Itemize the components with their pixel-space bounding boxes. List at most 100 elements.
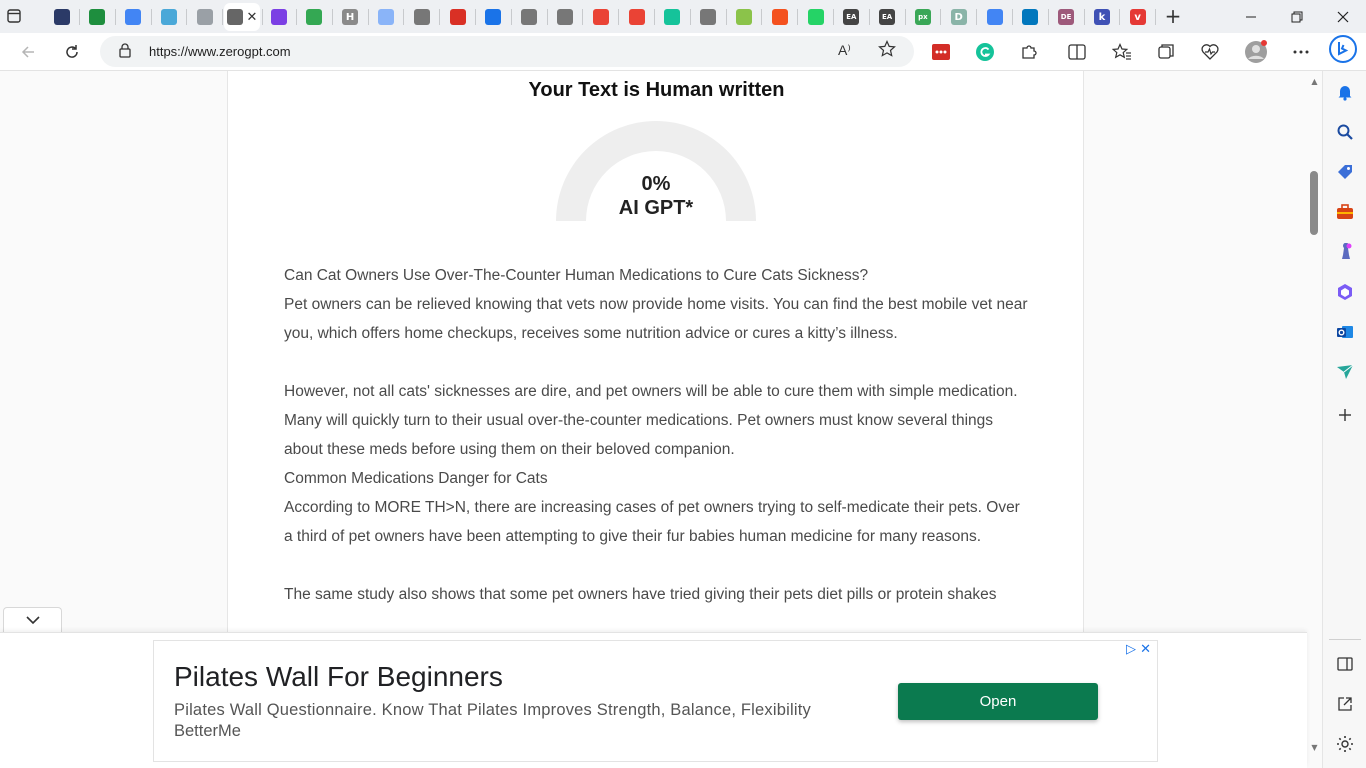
tab-v-favicon-icon: v: [1129, 9, 1146, 25]
tab-doc-blue-favicon-icon: [485, 9, 502, 25]
tab-sheets2[interactable]: [298, 3, 331, 31]
text-paragraph: The same study also shows that some pet …: [284, 586, 997, 603]
scroll-down-arrow-icon[interactable]: ▼: [1309, 743, 1320, 753]
tab-gmail[interactable]: [584, 3, 617, 31]
tab-px-favicon-icon: px: [914, 9, 931, 25]
minimize-icon: [1246, 16, 1256, 17]
tab-ban[interactable]: [405, 3, 438, 31]
restore-button[interactable]: [1274, 0, 1320, 33]
tab-page[interactable]: [188, 3, 221, 31]
back-button[interactable]: [14, 39, 42, 65]
tab-docs-favicon-icon: [125, 9, 142, 25]
tab-blue-bar[interactable]: [1014, 3, 1047, 31]
tab-docs[interactable]: [117, 3, 150, 31]
favorite-star-icon[interactable]: [878, 40, 896, 63]
scroll-thumb[interactable]: [1310, 171, 1318, 235]
search-icon[interactable]: [1334, 121, 1356, 143]
ad-choices-icon[interactable]: ▷ ✕: [1126, 642, 1151, 657]
collections-icon[interactable]: [1152, 39, 1180, 65]
ad-open-button[interactable]: Open: [898, 683, 1098, 720]
tab-page-favicon-icon: [196, 9, 213, 25]
profile-avatar[interactable]: [1242, 39, 1270, 65]
tab-separator: [1012, 9, 1013, 25]
tab-doc-red[interactable]: [441, 3, 474, 31]
games-chess-icon[interactable]: [1334, 241, 1356, 263]
lastpass-extension-icon[interactable]: [927, 39, 955, 65]
tab-active-favicon-icon: [226, 9, 243, 25]
close-icon: [1337, 11, 1349, 22]
tab-gmail2-favicon-icon: [628, 9, 645, 25]
tab-lock2-favicon-icon: [700, 9, 717, 25]
microsoft365-icon[interactable]: [1334, 281, 1356, 303]
ad-unit[interactable]: ▷ ✕ Pilates Wall For Beginners Pilates W…: [153, 640, 1158, 762]
scroll-up-arrow-icon[interactable]: ▲: [1309, 77, 1320, 87]
refresh-button[interactable]: [58, 39, 86, 65]
tab-v[interactable]: v: [1121, 3, 1154, 31]
ad-headline[interactable]: Pilates Wall For Beginners: [174, 661, 503, 693]
tab-k[interactable]: k: [1085, 3, 1118, 31]
page-scrollbar[interactable]: ▲ ▼: [1307, 71, 1322, 768]
drop-send-icon[interactable]: [1334, 361, 1356, 383]
edge-sidebar: [1322, 71, 1366, 768]
sidebar-settings-gear-icon[interactable]: [1334, 733, 1356, 755]
tab-actions-menu[interactable]: [3, 5, 25, 27]
ad-collapse-button[interactable]: [3, 607, 62, 633]
tab-separator: [1155, 9, 1157, 25]
url-text[interactable]: https://www.zerogpt.com: [149, 44, 291, 59]
tab-doc-blue[interactable]: [477, 3, 510, 31]
tab-px[interactable]: px: [906, 3, 939, 31]
ai-percentage-label: AI GPT*: [618, 197, 694, 219]
tab-ea[interactable]: EA: [835, 3, 868, 31]
tab-shield[interactable]: [45, 3, 78, 31]
tab-actions-icon: [7, 9, 21, 23]
tab-gmail2[interactable]: [620, 3, 653, 31]
tab-dec[interactable]: DE: [1050, 3, 1083, 31]
tab-blue-bar-favicon-icon: [1022, 9, 1039, 25]
lock-icon[interactable]: [118, 42, 132, 63]
tab-whatsapp[interactable]: [799, 3, 832, 31]
split-screen-icon[interactable]: [1063, 39, 1091, 65]
tab-ea2[interactable]: EA: [871, 3, 904, 31]
tab-mail[interactable]: [369, 3, 402, 31]
hide-sidebar-icon[interactable]: [1334, 653, 1356, 675]
tab-k-favicon-icon: k: [1093, 9, 1110, 25]
tab-sheets[interactable]: [81, 3, 114, 31]
tab-leaf[interactable]: [727, 3, 760, 31]
tab-purple[interactable]: [262, 3, 295, 31]
tab-orange[interactable]: [763, 3, 796, 31]
tab-d[interactable]: D: [942, 3, 975, 31]
tools-briefcase-icon[interactable]: [1334, 201, 1356, 223]
browser-essentials-icon[interactable]: [1196, 39, 1224, 65]
read-aloud-icon[interactable]: A⁾: [838, 42, 851, 59]
tab-separator: [510, 9, 512, 25]
tab-active[interactable]: ✕: [224, 3, 260, 31]
browser-toolbar: https://www.zerogpt.com A⁾: [0, 33, 1366, 71]
tab-separator: [296, 9, 297, 25]
tab-lock2[interactable]: [692, 3, 725, 31]
tab-lock[interactable]: [548, 3, 581, 31]
grammarly-extension-icon[interactable]: [971, 39, 999, 65]
tab-orange-favicon-icon: [771, 9, 788, 25]
add-sidebar-app-icon[interactable]: [1334, 404, 1356, 426]
new-tab-button[interactable]: +: [1160, 4, 1186, 28]
extensions-puzzle-icon[interactable]: [1015, 39, 1043, 65]
tab-ban2[interactable]: [513, 3, 546, 31]
shopping-tag-icon[interactable]: [1334, 161, 1356, 183]
analyzed-text: Can Cat Owners Use Over-The-Counter Huma…: [284, 261, 1029, 609]
tab-grid[interactable]: [152, 3, 185, 31]
close-tab-icon[interactable]: ✕: [247, 9, 258, 25]
tab-h-favicon-icon: H: [342, 9, 359, 25]
favorites-icon[interactable]: [1108, 39, 1136, 65]
copilot-icon[interactable]: [1329, 35, 1357, 63]
minimize-button[interactable]: [1228, 0, 1274, 33]
tab-google[interactable]: [978, 3, 1011, 31]
tab-h[interactable]: H: [334, 3, 367, 31]
tab-grammarly[interactable]: [656, 3, 689, 31]
open-external-icon[interactable]: [1334, 693, 1356, 715]
outlook-icon[interactable]: [1334, 321, 1356, 343]
settings-more-icon[interactable]: [1287, 39, 1315, 65]
notifications-bell-icon[interactable]: [1334, 81, 1356, 103]
close-window-button[interactable]: [1320, 0, 1366, 33]
address-bar[interactable]: https://www.zerogpt.com A⁾: [100, 36, 914, 67]
